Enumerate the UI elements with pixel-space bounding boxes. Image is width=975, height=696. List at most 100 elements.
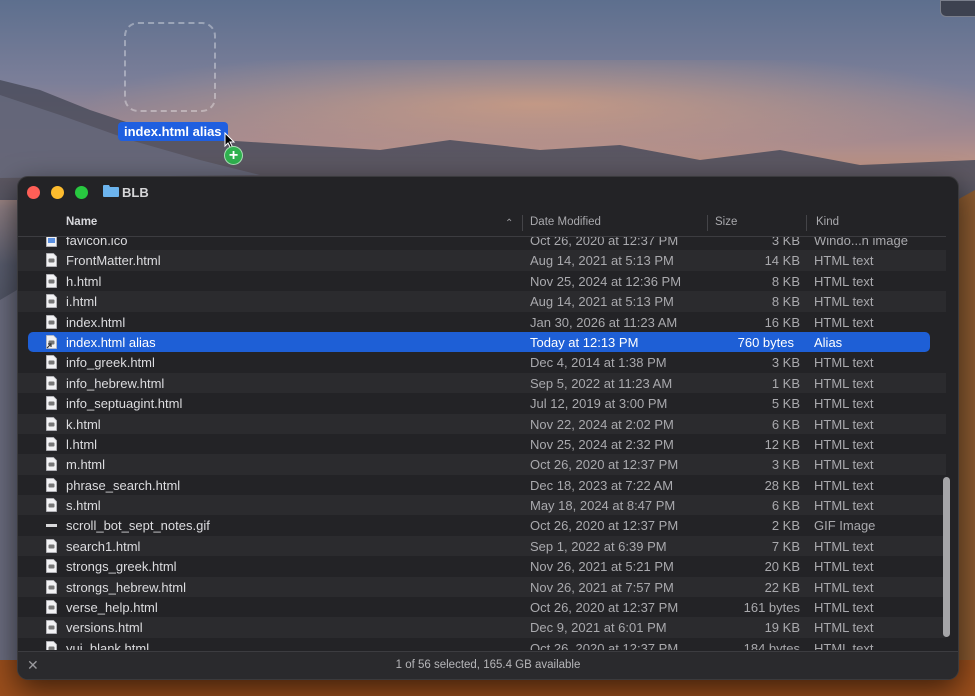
gif-image-icon <box>46 524 57 528</box>
file-date: Nov 25, 2024 at 2:32 PM <box>530 436 674 452</box>
file-date: May 18, 2024 at 8:47 PM <box>530 498 676 514</box>
file-list[interactable]: favicon.ico Oct 26, 2020 at 12:37 PM 3 KB W… <box>18 237 946 650</box>
file-size: 6 KB <box>771 416 800 432</box>
file-date: Aug 14, 2021 at 5:13 PM <box>530 253 674 269</box>
file-date: Nov 26, 2021 at 7:57 PM <box>530 579 674 595</box>
document-icon <box>46 416 57 431</box>
file-name: i.html <box>66 294 98 310</box>
table-row[interactable]: i.html Aug 14, 2021 at 5:13 PM 8 KB HTML te… <box>18 291 946 312</box>
file-kind: HTML text <box>814 498 874 514</box>
file-size: 28 KB <box>764 477 800 493</box>
file-kind: HTML text <box>814 477 874 493</box>
document-icon <box>46 253 57 268</box>
file-kind: HTML text <box>814 620 874 636</box>
file-kind: HTML text <box>814 396 874 412</box>
file-date: Dec 18, 2023 at 7:22 AM <box>530 477 674 493</box>
menu-extra-tab <box>940 0 975 17</box>
column-divider[interactable] <box>707 215 708 231</box>
title-bar[interactable]: BLB <box>18 177 958 209</box>
table-row[interactable]: s.html May 18, 2024 at 8:47 PM 6 KB HTML te… <box>18 495 946 516</box>
table-row[interactable]: info_greek.html Dec 4, 2014 at 1:38 PM 3 K… <box>18 352 946 372</box>
document-icon <box>46 640 57 650</box>
table-row[interactable]: info_hebrew.html Sep 5, 2022 at 11:23 AM 1… <box>18 372 946 394</box>
sort-ascending-icon[interactable]: ⌃ <box>505 218 513 229</box>
file-name: s.html <box>66 498 101 514</box>
table-row[interactable]: verse_help.html Oct 26, 2020 at 12:37 PM 1… <box>18 597 946 617</box>
table-row[interactable]: favicon.ico Oct 26, 2020 at 12:37 PM 3 KB W… <box>18 237 946 250</box>
file-name: info_septuagint.html <box>66 396 183 412</box>
table-row[interactable]: h.html Nov 25, 2024 at 12:36 PM 8 KB HTML t… <box>18 271 946 291</box>
table-row-selected[interactable]: index.html alias Today at 12:13 PM 760 byt… <box>28 331 930 353</box>
table-row[interactable]: FrontMatter.html Aug 14, 2021 at 5:13 PM 1… <box>18 250 946 271</box>
table-row[interactable]: l.html Nov 25, 2024 at 2:32 PM 12 KB HTML t… <box>18 434 946 454</box>
document-icon <box>46 538 57 553</box>
file-size: 6 KB <box>771 498 800 514</box>
file-name: verse_help.html <box>66 600 158 616</box>
minimize-window-button[interactable] <box>51 186 64 199</box>
finder-window: BLB Name ⌃ Date Modified Size Kind favic… <box>17 176 959 680</box>
column-divider[interactable] <box>522 215 523 231</box>
file-name: phrase_search.html <box>66 477 181 493</box>
document-icon <box>46 314 57 329</box>
file-kind: HTML text <box>814 314 874 330</box>
table-row[interactable]: scroll_bot_sept_notes.gif Oct 26, 2020 at… <box>18 515 946 535</box>
table-row[interactable]: phrase_search.html Dec 18, 2023 at 7:22 A… <box>18 475 946 495</box>
column-size-header[interactable]: Size <box>715 216 737 228</box>
file-date: Today at 12:13 PM <box>530 334 639 350</box>
file-kind: HTML text <box>814 355 874 371</box>
document-icon <box>46 355 57 370</box>
column-kind-header[interactable]: Kind <box>816 216 839 228</box>
file-name: index.html alias <box>66 334 156 350</box>
file-size: 184 bytes <box>743 640 800 650</box>
file-size: 16 KB <box>764 314 800 330</box>
file-size: 19 KB <box>764 620 800 636</box>
table-row[interactable]: search1.html Sep 1, 2022 at 6:39 PM 7 KB HT… <box>18 535 946 557</box>
file-name: versions.html <box>66 620 143 636</box>
file-name: index.html <box>66 314 126 330</box>
table-row[interactable]: strongs_greek.html Nov 26, 2021 at 5:21 P… <box>18 556 946 576</box>
dragged-file-ghost-icon <box>124 22 216 112</box>
document-icon <box>46 294 57 309</box>
file-name: favicon.ico <box>66 237 128 248</box>
file-name: FrontMatter.html <box>66 253 161 269</box>
file-date: Oct 26, 2020 at 12:37 PM <box>530 457 679 473</box>
table-row[interactable]: k.html Nov 22, 2024 at 2:02 PM 6 KB HTML te… <box>18 413 946 434</box>
file-date: Sep 5, 2022 at 11:23 AM <box>530 375 673 391</box>
table-row[interactable]: strongs_hebrew.html Nov 26, 2021 at 7:57 … <box>18 576 946 598</box>
copy-plus-icon: + <box>224 146 243 165</box>
table-row[interactable]: index.html Jan 30, 2026 at 11:23 AM 16 KB H… <box>18 312 946 332</box>
file-date: Aug 14, 2021 at 5:13 PM <box>530 294 674 310</box>
folder-icon <box>103 185 119 197</box>
table-row[interactable]: info_septuagint.html Jul 12, 2019 at 3:00… <box>18 393 946 413</box>
file-kind: HTML text <box>814 436 874 452</box>
file-size: 3 KB <box>771 355 800 371</box>
file-name: search1.html <box>66 538 141 554</box>
file-kind: HTML text <box>814 273 874 289</box>
file-size: 20 KB <box>764 559 800 575</box>
file-size: 3 KB <box>771 457 800 473</box>
window-title: BLB <box>122 185 149 200</box>
file-date: Nov 26, 2021 at 5:21 PM <box>530 559 674 575</box>
close-window-button[interactable] <box>27 186 40 199</box>
file-kind: HTML text <box>814 538 874 554</box>
document-icon <box>46 498 57 512</box>
status-bar: ✕ 1 of 56 selected, 165.4 GB available <box>18 651 958 679</box>
zoom-window-button[interactable] <box>75 186 88 199</box>
file-kind: HTML text <box>814 253 874 269</box>
file-kind: HTML text <box>814 559 874 575</box>
document-icon <box>46 457 57 472</box>
table-row[interactable]: versions.html Dec 9, 2021 at 6:01 PM 19 KB… <box>18 617 946 638</box>
file-size: 8 KB <box>771 294 800 310</box>
scrollbar-thumb[interactable] <box>943 477 950 637</box>
file-kind: HTML text <box>814 579 874 595</box>
status-text: 1 of 56 selected, 165.4 GB available <box>395 659 581 671</box>
file-kind: HTML text <box>814 457 874 473</box>
file-size: 8 KB <box>771 273 800 289</box>
column-date-header[interactable]: Date Modified <box>530 216 601 228</box>
column-name-header[interactable]: Name <box>66 216 97 228</box>
file-kind: Alias <box>814 334 843 350</box>
table-row[interactable]: m.html Oct 26, 2020 at 12:37 PM 3 KB HTML t… <box>18 454 946 475</box>
file-date: Oct 26, 2020 at 12:37 PM <box>530 518 679 534</box>
column-divider[interactable] <box>806 215 807 231</box>
table-row[interactable]: yui_blank.html Oct 26, 2020 at 12:37 PM 18… <box>18 638 946 650</box>
